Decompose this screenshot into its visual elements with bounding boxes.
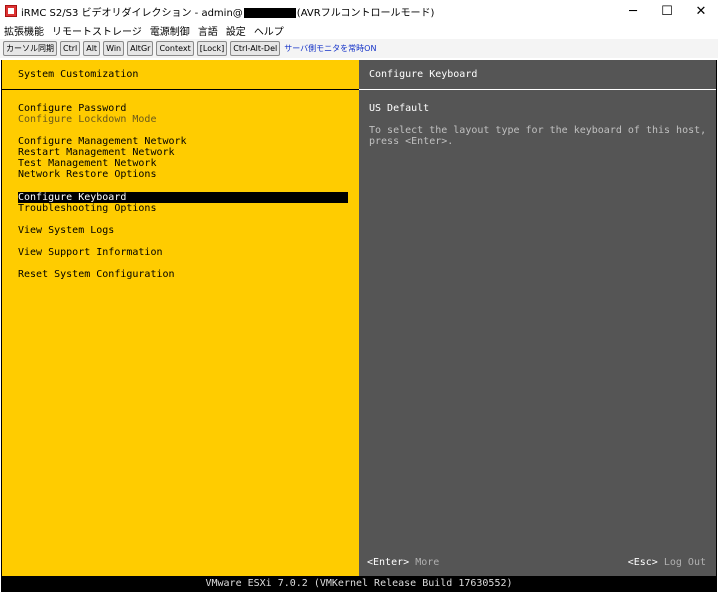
enter-action-label: More xyxy=(415,557,440,568)
context-button[interactable]: Context xyxy=(156,41,194,56)
enter-more-hint[interactable]: <Enter> More xyxy=(367,557,439,568)
window-title-suffix: (AVRフルコントロールモード) xyxy=(296,7,435,19)
configure-keyboard-panel: Configure Keyboard US Default To select … xyxy=(359,60,716,576)
detail-title: Configure Keyboard xyxy=(359,60,716,90)
ctrl-alt-del-button[interactable]: Ctrl-Alt-Del xyxy=(230,41,281,56)
menu-view-support-information[interactable]: View Support Information xyxy=(18,247,348,258)
menu-reset-system-configuration[interactable]: Reset System Configuration xyxy=(18,269,348,280)
altgr-button[interactable]: AltGr xyxy=(127,41,154,56)
menu-test-management-network[interactable]: Test Management Network xyxy=(18,158,348,169)
window-controls: ─ ☐ ✕ xyxy=(616,0,718,22)
menu-bar: 拡張機能 リモートストレージ 電源制御 言語 設定 ヘルプ xyxy=(0,22,718,38)
close-button[interactable]: ✕ xyxy=(684,0,718,22)
window-title: iRMC S2/S3 ビデオリダイレクション - admin@ (AVRフルコント… xyxy=(21,4,434,19)
esc-key-label: <Esc> xyxy=(627,557,658,568)
menu-extensions[interactable]: 拡張機能 xyxy=(0,23,48,38)
menu-troubleshooting-options[interactable]: Troubleshooting Options xyxy=(18,203,348,214)
redacted-hostname xyxy=(243,7,296,18)
panel-title: System Customization xyxy=(2,60,359,90)
menu-remote-storage[interactable]: リモートストレージ xyxy=(48,23,146,38)
menu-help[interactable]: ヘルプ xyxy=(250,23,288,38)
maximize-button[interactable]: ☐ xyxy=(650,0,684,22)
toolbar: カーソル同期 Ctrl Alt Win AltGr Context [Lock]… xyxy=(0,39,718,58)
esxi-version-bar: VMware ESXi 7.0.2 (VMKernel Release Buil… xyxy=(1,577,717,592)
menu-power-control[interactable]: 電源制御 xyxy=(146,23,194,38)
system-customization-panel: System Customization Configure Password … xyxy=(2,60,359,576)
esc-action-label: Log Out xyxy=(663,557,706,568)
menu-view-system-logs[interactable]: View System Logs xyxy=(18,225,348,236)
menu-restart-management-network[interactable]: Restart Management Network xyxy=(18,147,348,158)
menu-configure-keyboard[interactable]: Configure Keyboard xyxy=(18,192,348,203)
keyboard-layout-value: US Default xyxy=(369,103,430,114)
menu-configure-management-network[interactable]: Configure Management Network xyxy=(18,136,348,147)
win-button[interactable]: Win xyxy=(103,41,125,56)
menu-network-restore-options[interactable]: Network Restore Options xyxy=(18,169,348,180)
menu-configure-lockdown-mode[interactable]: Configure Lockdown Mode xyxy=(18,114,348,125)
window-title-prefix: iRMC S2/S3 ビデオリダイレクション - admin@ xyxy=(21,7,243,19)
cursor-sync-button[interactable]: カーソル同期 xyxy=(3,41,57,56)
minimize-button[interactable]: ─ xyxy=(616,0,650,22)
enter-key-label: <Enter> xyxy=(367,557,410,568)
app-icon xyxy=(5,5,17,17)
menu-configure-password[interactable]: Configure Password xyxy=(18,103,348,114)
description-line-1: To select the layout type for the keyboa… xyxy=(369,125,707,136)
menu-language[interactable]: 言語 xyxy=(194,23,222,38)
menu-settings[interactable]: 設定 xyxy=(222,23,250,38)
lock-button[interactable]: [Lock] xyxy=(196,41,228,56)
alt-button[interactable]: Alt xyxy=(83,41,101,56)
ctrl-button[interactable]: Ctrl xyxy=(60,41,81,56)
window-titlebar: iRMC S2/S3 ビデオリダイレクション - admin@ (AVRフルコント… xyxy=(0,0,718,22)
monitor-always-on-link[interactable]: サーバ側モニタを常時ON xyxy=(284,43,376,54)
description-line-2: press <Enter>. xyxy=(369,136,454,147)
esc-logout-hint[interactable]: <Esc> Log Out xyxy=(628,557,706,568)
